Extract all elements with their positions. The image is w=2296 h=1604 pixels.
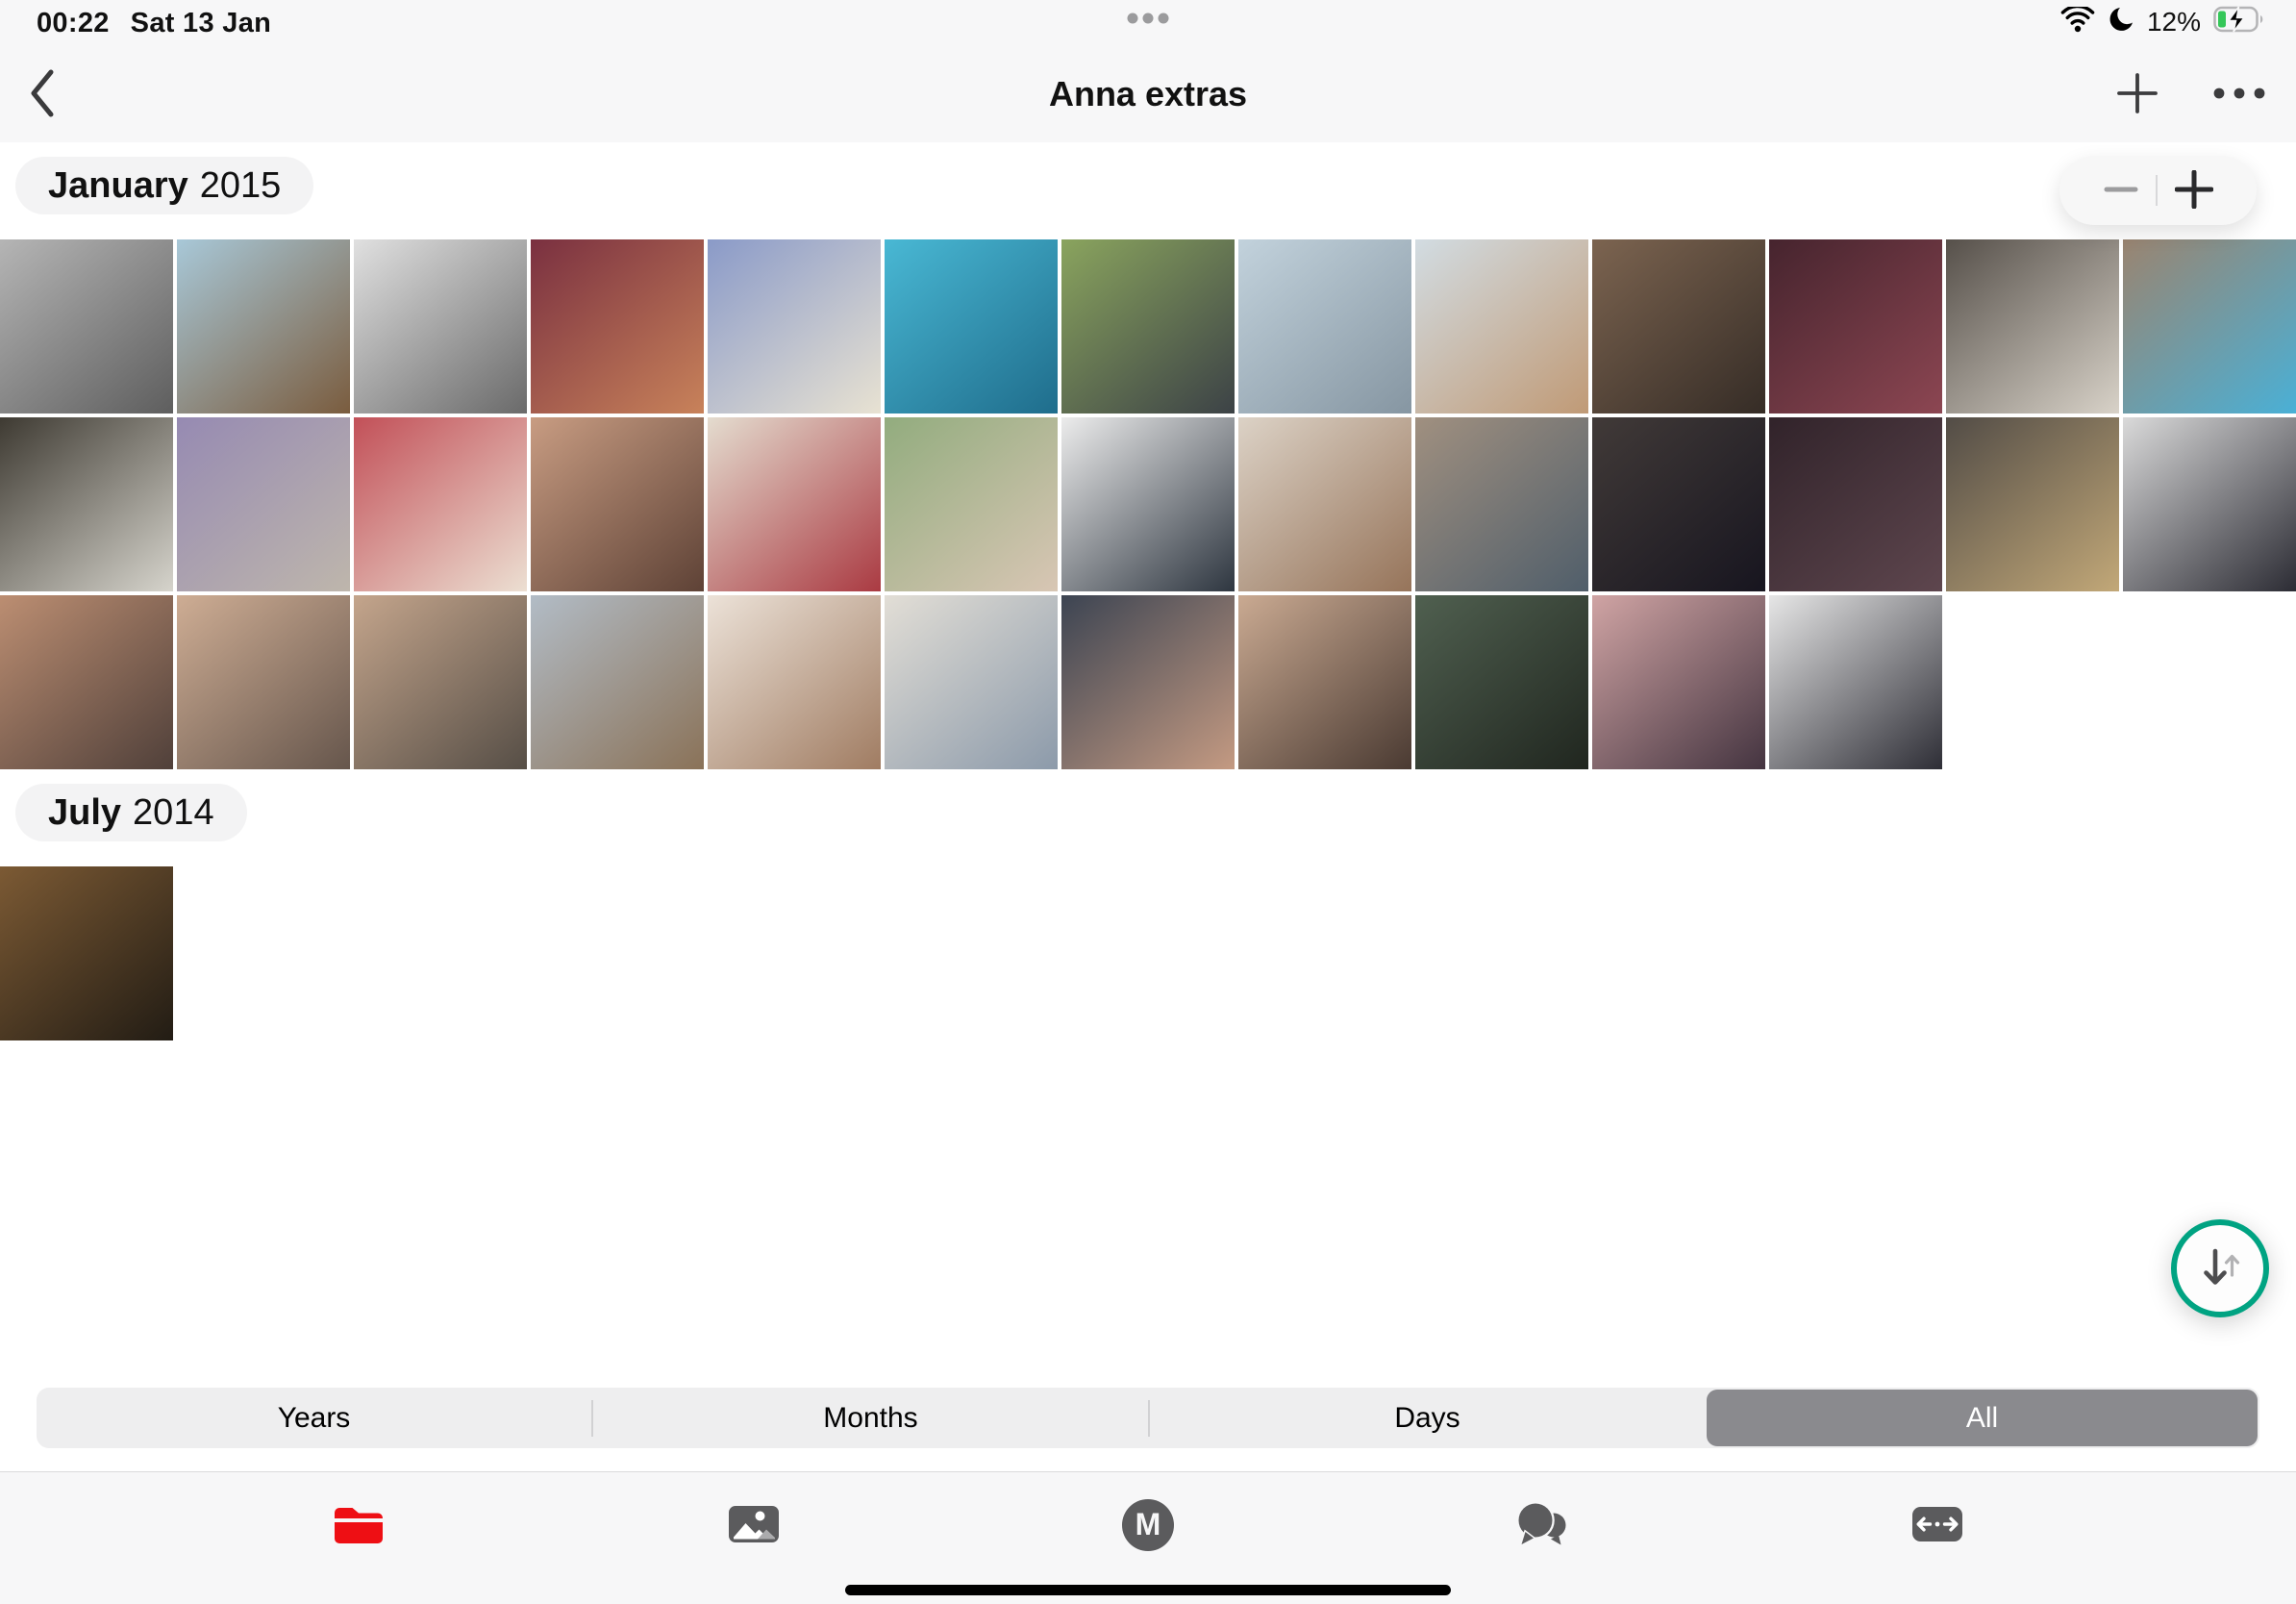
status-left: 00:22 Sat 13 Jan [37, 8, 271, 39]
photo-thumbnail[interactable] [1946, 239, 2119, 414]
section-date-pill: July2014 [15, 784, 247, 841]
photo-thumbnail[interactable] [0, 239, 173, 414]
segment-divider [591, 1400, 593, 1437]
mega-photo-album-screen: 00:22 Sat 13 Jan [0, 0, 2296, 1604]
view-option-months[interactable]: Months [595, 1390, 1146, 1446]
photo-thumbnail[interactable] [2123, 417, 2296, 591]
photo-thumbnail[interactable] [1415, 239, 1588, 414]
photo-thumbnail[interactable] [2123, 239, 2296, 414]
chevron-left-icon [26, 108, 57, 122]
plus-icon [2175, 170, 2213, 212]
photo-thumbnail[interactable] [708, 417, 881, 591]
view-switcher: YearsMonthsDaysAll [37, 1388, 2259, 1448]
add-button[interactable] [2115, 71, 2159, 118]
wifi-icon [2060, 7, 2095, 38]
photo-grid [0, 239, 2296, 769]
photo-thumbnail[interactable] [0, 866, 173, 1040]
photo-thumbnail[interactable] [708, 595, 881, 769]
sort-arrows-icon [2195, 1242, 2245, 1295]
page-title: Anna extras [1049, 74, 1247, 114]
battery-percent: 12% [2147, 7, 2201, 38]
back-button[interactable] [25, 67, 58, 121]
photo-thumbnail[interactable] [1061, 417, 1235, 591]
transfers-icon [1911, 1506, 1963, 1545]
photo-thumbnail[interactable] [1238, 239, 1411, 414]
photo-thumbnail[interactable] [531, 417, 704, 591]
photo-sections: January2015 July2014 [0, 157, 2296, 1040]
photo-thumbnail[interactable] [1238, 595, 1411, 769]
mega-icon: M [1122, 1499, 1174, 1551]
view-option-years[interactable]: Years [38, 1390, 589, 1446]
plus-icon [2115, 71, 2159, 118]
photo-thumbnail[interactable] [0, 595, 173, 769]
view-option-all[interactable]: All [1707, 1390, 2258, 1446]
photo-thumbnail[interactable] [354, 239, 527, 414]
top-bars: 00:22 Sat 13 Jan [0, 0, 2296, 142]
folder-icon [333, 1503, 385, 1548]
photo-thumbnail[interactable] [885, 595, 1058, 769]
thumbnail-zoom-control [2059, 156, 2257, 225]
status-time: 00:22 [37, 8, 110, 39]
photo-thumbnail[interactable] [1592, 239, 1765, 414]
photo-thumbnail[interactable] [1592, 417, 1765, 591]
photo-thumbnail[interactable] [531, 595, 704, 769]
nav-bar: Anna extras [0, 46, 2296, 142]
home-indicator[interactable] [845, 1585, 1451, 1595]
photo-thumbnail[interactable] [177, 239, 350, 414]
mega-icon-circle: M [1122, 1499, 1174, 1551]
status-right: 12% [2060, 6, 2267, 38]
tab-bar: M [0, 1471, 2296, 1604]
zoom-out-button[interactable] [2086, 172, 2156, 210]
status-date: Sat 13 Jan [131, 8, 271, 39]
tab-home[interactable]: M [1120, 1497, 1176, 1553]
photo-thumbnail[interactable] [1061, 239, 1235, 414]
photo-thumbnail[interactable] [531, 239, 704, 414]
photo-thumbnail[interactable] [708, 239, 881, 414]
photo-section: January2015 [0, 157, 2296, 769]
section-date-pill: January2015 [15, 157, 313, 214]
chat-icon [1515, 1501, 1571, 1550]
photo-thumbnail[interactable] [177, 417, 350, 591]
battery-charging-icon [2213, 6, 2267, 38]
photo-thumbnail[interactable] [354, 417, 527, 591]
photo-thumbnail[interactable] [0, 417, 173, 591]
tab-photos[interactable] [726, 1497, 782, 1553]
photo-grid [0, 866, 2296, 1040]
section-year-label: 2015 [200, 157, 282, 214]
photos-icon [728, 1505, 780, 1546]
photo-thumbnail[interactable] [1769, 595, 1942, 769]
tab-transfers[interactable] [1909, 1497, 1965, 1553]
sort-button[interactable] [2171, 1219, 2269, 1317]
photo-thumbnail[interactable] [1061, 595, 1235, 769]
photo-thumbnail[interactable] [885, 417, 1058, 591]
more-button[interactable] [2213, 88, 2265, 102]
photo-thumbnail[interactable] [354, 595, 527, 769]
minus-icon [2104, 172, 2138, 210]
photo-section: July2014 [0, 784, 2296, 1040]
photo-thumbnail[interactable] [1415, 595, 1588, 769]
segment-divider [1148, 1400, 1150, 1437]
photo-thumbnail[interactable] [1769, 239, 1942, 414]
tab-chat[interactable] [1515, 1497, 1571, 1553]
section-month-label: July [48, 784, 121, 841]
ellipsis-icon [2213, 88, 2265, 102]
zoom-in-button[interactable] [2158, 170, 2231, 212]
multitask-dots-icon [1127, 12, 1169, 29]
tab-cloud-drive[interactable] [331, 1497, 387, 1553]
moon-icon [2108, 6, 2134, 38]
section-month-label: January [48, 157, 188, 214]
photo-thumbnail[interactable] [1238, 417, 1411, 591]
section-year-label: 2014 [133, 784, 214, 841]
photo-thumbnail[interactable] [1769, 417, 1942, 591]
photo-thumbnail[interactable] [177, 595, 350, 769]
status-bar: 00:22 Sat 13 Jan [0, 0, 2296, 46]
photo-thumbnail[interactable] [1946, 417, 2119, 591]
photo-thumbnail[interactable] [885, 239, 1058, 414]
mega-icon-letter: M [1136, 1507, 1161, 1542]
photo-thumbnail[interactable] [1592, 595, 1765, 769]
photo-thumbnail[interactable] [1415, 417, 1588, 591]
photo-grid-area: January2015 July2014 [0, 142, 2296, 1604]
view-option-days[interactable]: Days [1152, 1390, 1703, 1446]
